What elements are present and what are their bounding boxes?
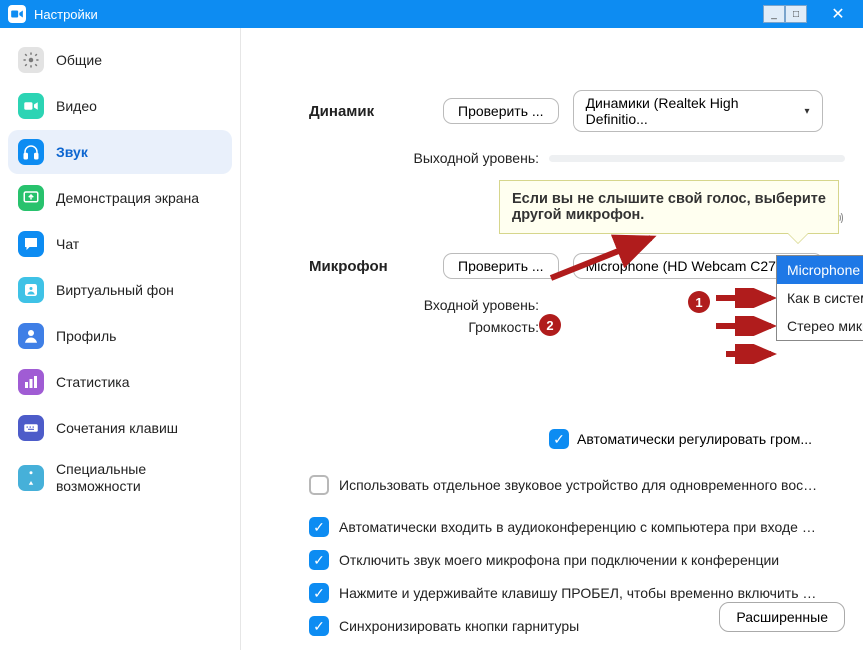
sidebar-item-label: Демонстрация экрана	[56, 190, 199, 207]
checkbox[interactable]: ✓	[309, 583, 329, 603]
gear-icon	[18, 47, 44, 73]
sidebar-item-label: Профиль	[56, 328, 116, 345]
chevron-down-icon: ▾	[805, 106, 810, 117]
check-row: ✓ Нажмите и удерживайте клавишу ПРОБЕЛ, …	[309, 583, 845, 603]
annotation-badge-1: 1	[688, 291, 710, 313]
sidebar-item-general[interactable]: Общие	[8, 38, 232, 82]
sidebar-item-label: Общие	[56, 52, 102, 69]
checkbox[interactable]: ✓	[309, 517, 329, 537]
headphones-icon	[18, 139, 44, 165]
mic-option[interactable]: Microphone (HD Webcam C270)	[777, 256, 863, 284]
sidebar-item-share[interactable]: Демонстрация экрана	[8, 176, 232, 220]
minimize-button[interactable]: _	[763, 5, 785, 23]
sidebar-item-stats[interactable]: Статистика	[8, 360, 232, 404]
auto-adjust-row: ✓ Автоматически регулировать гром...	[549, 429, 845, 449]
app-icon	[8, 5, 26, 23]
speaker-device-value: Динамики (Realtek High Definitio...	[586, 95, 805, 127]
sidebar-item-profile[interactable]: Профиль	[8, 314, 232, 358]
check-label: Отключить звук моего микрофона при подкл…	[339, 552, 779, 568]
window-controls: _ □	[763, 5, 807, 23]
check-row: ✓ Автоматически входить в аудиоконференц…	[309, 517, 845, 537]
advanced-button[interactable]: Расширенные	[719, 602, 845, 632]
test-speaker-button[interactable]: Проверить ...	[443, 98, 559, 124]
input-level-label: Входной уровень:	[309, 297, 549, 313]
video-icon	[18, 93, 44, 119]
profile-icon	[18, 323, 44, 349]
output-level-meter	[549, 155, 845, 162]
mic-device-dropdown: Microphone (HD Webcam C270) Как в систем…	[776, 255, 863, 341]
annotation-arrow	[721, 344, 781, 364]
annotation-arrow	[541, 228, 671, 288]
sidebar-item-label: Звук	[56, 144, 88, 161]
sidebar-item-vbg[interactable]: Виртуальный фон	[8, 268, 232, 312]
speaker-device-select[interactable]: Динамики (Realtek High Definitio... ▾	[573, 90, 823, 132]
speaker-label: Динамик	[309, 103, 429, 120]
mic-option[interactable]: Стерео микшер (Realtek High Definiti...	[777, 312, 863, 340]
sidebar-item-label: Статистика	[56, 374, 130, 391]
mic-volume-label: Громкость:	[309, 319, 549, 335]
mic-label: Микрофон	[309, 258, 429, 275]
sidebar-item-chat[interactable]: Чат	[8, 222, 232, 266]
output-level-label: Выходной уровень:	[309, 150, 549, 166]
keyboard-icon	[18, 415, 44, 441]
background-icon	[18, 277, 44, 303]
annotation-arrow	[711, 316, 781, 336]
sidebar-item-label: Видео	[56, 98, 97, 115]
separate-device-label: Использовать отдельное звуковое устройст…	[339, 477, 819, 493]
sidebar-item-label: Виртуальный фон	[56, 282, 174, 299]
mic-option[interactable]: Как в системе	[777, 284, 863, 312]
sidebar-item-keyboard[interactable]: Сочетания клавиш	[8, 406, 232, 450]
sidebar-item-label: Сочетания клавиш	[56, 420, 178, 437]
accessibility-icon	[18, 465, 44, 491]
check-label: Синхронизировать кнопки гарнитуры	[339, 618, 579, 634]
sidebar: Общие Видео Звук Демонстрация экрана Чат…	[0, 28, 240, 650]
speaker-row: Динамик Проверить ... Динамики (Realtek …	[309, 90, 845, 132]
check-label: Нажмите и удерживайте клавишу ПРОБЕЛ, чт…	[339, 585, 819, 601]
check-label: Автоматически входить в аудиоконференцию…	[339, 519, 819, 535]
titlebar: Настройки _ □ ✕	[0, 0, 863, 28]
stats-icon	[18, 369, 44, 395]
checkbox[interactable]: ✓	[309, 616, 329, 636]
auto-adjust-label: Автоматически регулировать гром...	[577, 431, 812, 447]
window-title: Настройки	[34, 7, 98, 22]
check-row: ✓ Отключить звук моего микрофона при под…	[309, 550, 845, 570]
checkbox[interactable]: ✓	[309, 550, 329, 570]
annotation-arrow	[711, 288, 781, 308]
sidebar-item-accessibility[interactable]: Специальные возможности	[8, 452, 232, 504]
chat-icon	[18, 231, 44, 257]
share-screen-icon	[18, 185, 44, 211]
sidebar-item-audio[interactable]: Звук	[8, 130, 232, 174]
auto-adjust-checkbox[interactable]: ✓	[549, 429, 569, 449]
maximize-button[interactable]: □	[785, 5, 807, 23]
sidebar-item-label: Чат	[56, 236, 79, 253]
separate-device-row: Использовать отдельное звуковое устройст…	[309, 475, 845, 495]
main-panel: Динамик Проверить ... Динамики (Realtek …	[241, 28, 863, 650]
sidebar-item-label: Специальные возможности	[56, 461, 222, 495]
annotation-badge-2: 2	[539, 314, 561, 336]
close-button[interactable]: ✕	[821, 4, 855, 24]
sidebar-item-video[interactable]: Видео	[8, 84, 232, 128]
separate-device-checkbox[interactable]	[309, 475, 329, 495]
output-level-row: Выходной уровень:	[309, 150, 845, 166]
tooltip: Если вы не слышите свой голос, выберите …	[499, 180, 839, 234]
